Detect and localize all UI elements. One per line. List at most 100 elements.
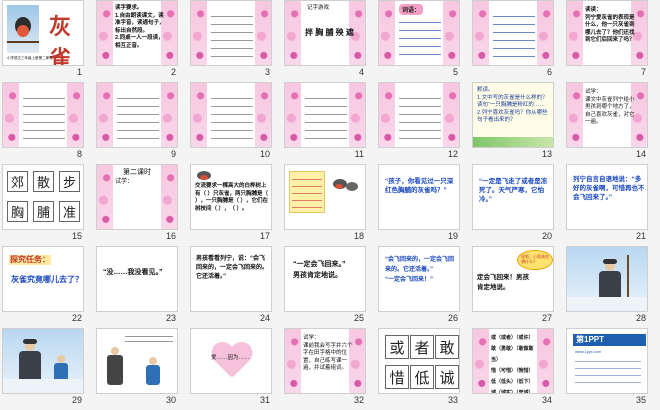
- slide-13[interactable]: 默读。 1.文中写的灰雀是什么样的？读句“一只胸脯是粉红的…… 2.列宁喜欢灰雀…: [472, 82, 554, 162]
- slide-thumbnail[interactable]: [284, 82, 366, 148]
- bird-icon: [333, 179, 359, 193]
- bird-icon: [197, 171, 211, 181]
- slide-text: 灰雀究竟哪儿去了？: [11, 275, 83, 284]
- slide-23[interactable]: “没……我没看见。” 23: [96, 246, 178, 326]
- slide-thumbnail[interactable]: 第二课时 试学：: [96, 164, 178, 230]
- speech-bubble: 说吧，小男孩在想什么？: [517, 250, 553, 270]
- slide-thumbnail[interactable]: 男孩看看列宁，说：“会飞回来的，一定会飞回来的。它还活着。”: [190, 246, 272, 312]
- brand-banner: 第1PPT: [573, 334, 646, 346]
- slide-number: 24: [259, 313, 270, 323]
- slide-number: 5: [452, 67, 458, 77]
- slide-number: 3: [264, 67, 270, 77]
- slide-number: 19: [447, 231, 458, 241]
- slide-thumbnail[interactable]: “会飞回来的，一定会飞回来的。它还活着。” “一定会飞回来！”: [378, 246, 460, 312]
- slide-number: 23: [165, 313, 176, 323]
- slide-thumbnail[interactable]: 读读： 列宁爱灰雀的表现是什么，他一只灰雀到哪儿去了？他们还找到它们后回来了吗？: [566, 0, 648, 66]
- slide-thumbnail[interactable]: 记字游戏 拌 胸 脯 殃 遮: [284, 0, 366, 66]
- slide-thumbnail[interactable]: 交流要求一棵高大的白桦树上有（ ）只灰雀，两只胸脯是（ ），一只胸脯是（ ），它…: [190, 164, 272, 230]
- slide-5[interactable]: 词语： 5: [378, 0, 460, 80]
- slide-number: 13: [541, 149, 552, 159]
- slide-thumbnail[interactable]: 灰雀 小学语文三年级上册第二单元: [2, 0, 84, 66]
- slide-7[interactable]: 读读： 列宁爱灰雀的表现是什么，他一只灰雀到哪儿去了？他们还找到它们后回来了吗？…: [566, 0, 648, 80]
- slide-31[interactable]: 爱……因为…… 31: [190, 328, 272, 408]
- slide-number: 16: [165, 231, 176, 241]
- slide-thumbnail[interactable]: “孩子，你看见过一只深红色胸脯的灰雀吗？”: [378, 164, 460, 230]
- slide-number: 29: [71, 395, 82, 405]
- slide-thumbnail[interactable]: [96, 328, 178, 394]
- slide-22[interactable]: 探究任务： 灰雀究竟哪儿去了？ 22: [2, 246, 84, 326]
- slide-thumbnail[interactable]: [566, 246, 648, 312]
- slide-30[interactable]: 30: [96, 328, 178, 408]
- slide-4[interactable]: 记字游戏 拌 胸 脯 殃 遮 4: [284, 0, 366, 80]
- slide-9[interactable]: 9: [96, 82, 178, 162]
- slide-number: 27: [541, 313, 552, 323]
- slide-11[interactable]: 11: [284, 82, 366, 162]
- char-box: 低: [410, 365, 434, 389]
- slide-thumbnail[interactable]: 爱……因为……: [190, 328, 272, 394]
- slide-12[interactable]: 12: [378, 82, 460, 162]
- slide-thumbnail[interactable]: 第1PPT www.1ppt.com: [566, 328, 648, 394]
- slide-15[interactable]: 郊 散 步 胸 脯 准 15: [2, 164, 84, 244]
- slide-number: 30: [165, 395, 176, 405]
- slide-thumbnail[interactable]: 或 者 敢 惜 低 诚: [378, 328, 460, 394]
- slide-thumbnail[interactable]: 试学： 课前我会写字并六个字在田字格中的位置，自己练写课一遍，并试着组词。: [284, 328, 366, 394]
- slide-text: 默读。 1.文中写的灰雀是什么样的？读句“一只胸脯是粉红的…… 2.列宁喜欢灰雀…: [477, 87, 548, 123]
- slide-35[interactable]: 第1PPT www.1ppt.com 35: [566, 328, 648, 408]
- slide-17[interactable]: 交流要求一棵高大的白桦树上有（ ）只灰雀，两只胸脯是（ ），一只胸脯是（ ），它…: [190, 164, 272, 244]
- slide-thumbnail[interactable]: [2, 328, 84, 394]
- slide-thumbnail[interactable]: [284, 164, 366, 230]
- slide-1[interactable]: 灰雀 小学语文三年级上册第二单元 1: [2, 0, 84, 80]
- slide-34[interactable]: 或（或者）（或许） 敢（勇敢）（敢做敢当） 惜（可惜）（惋惜） 低（低头）（低下…: [472, 328, 554, 408]
- slide-thumbnail[interactable]: 列宁自言自语地说：“多好的灰雀啊，可惜再也不会飞回来了。”: [566, 164, 648, 230]
- slide-20[interactable]: “一定是飞走了或者是冻死了。天气严寒，它怕冷。” 20: [472, 164, 554, 244]
- slide-6[interactable]: 6: [472, 0, 554, 80]
- slide-thumbnail[interactable]: 郊 散 步 胸 脯 准: [2, 164, 84, 230]
- slide-14[interactable]: 试学： 课文中灰雀列宁给小男孩到哪个地方了，自己喜欢灰雀，对它一遍。 14: [566, 82, 648, 162]
- slide-25[interactable]: “一定会飞回来。” 男孩肯定地说。 25: [284, 246, 366, 326]
- slide-text: 读读： 列宁爱灰雀的表现是什么，他一只灰雀到哪儿去了？他们还找到它们后回来了吗？: [585, 7, 635, 43]
- slide-2[interactable]: 读字要求。 1.自由朗读课文，读准字音，读通句子，标出自然段。 2.同桌一人一段…: [96, 0, 178, 80]
- slide-number: 14: [635, 149, 646, 159]
- slide-thumbnail[interactable]: [378, 82, 460, 148]
- slide-10[interactable]: 10: [190, 82, 272, 162]
- slide-32[interactable]: 试学： 课前我会写字并六个字在田字格中的位置，自己练写课一遍，并试着组词。 32: [284, 328, 366, 408]
- grass-decoration: [473, 137, 553, 147]
- char-box: 郊: [7, 171, 28, 192]
- slide-thumbnail[interactable]: 说吧，小男孩在想什么？ 定会飞回来！男孩肯定地说。: [472, 246, 554, 312]
- slide-text: “一定会飞回来。” 男孩肯定地说。: [293, 261, 346, 279]
- slide-33[interactable]: 或 者 敢 惜 低 诚 33: [378, 328, 460, 408]
- slide-8[interactable]: 8: [2, 82, 84, 162]
- person-illustration: [17, 339, 43, 383]
- slide-18[interactable]: 18: [284, 164, 366, 244]
- boy-illustration: [145, 357, 161, 385]
- slide-thumbnail[interactable]: 试学： 课文中灰雀列宁给小男孩到哪个地方了，自己喜欢灰雀，对它一遍。: [566, 82, 648, 148]
- slide-thumbnail[interactable]: “一定会飞回来。” 男孩肯定地说。: [284, 246, 366, 312]
- slide-29[interactable]: 29: [2, 328, 84, 408]
- slide-thumbnail[interactable]: [190, 82, 272, 148]
- slide-thumbnail[interactable]: 默读。 1.文中写的灰雀是什么样的？读句“一只胸脯是粉红的…… 2.列宁喜欢灰雀…: [472, 82, 554, 148]
- slide-thumbnail[interactable]: 或（或者）（或许） 敢（勇敢）（敢做敢当） 惜（可惜）（惋惜） 低（低头）（低下…: [472, 328, 554, 394]
- slide-heading: 记字游戏: [307, 5, 330, 11]
- slide-thumbnail[interactable]: [190, 0, 272, 66]
- slide-27[interactable]: 说吧，小男孩在想什么？ 定会飞回来！男孩肯定地说。 27: [472, 246, 554, 326]
- slide-number: 25: [353, 313, 364, 323]
- slide-28[interactable]: 28: [566, 246, 648, 326]
- slide-thumbnail[interactable]: 探究任务： 灰雀究竟哪儿去了？: [2, 246, 84, 312]
- char-box: 散: [33, 171, 54, 192]
- slide-3[interactable]: 3: [190, 0, 272, 80]
- slide-19[interactable]: “孩子，你看见过一只深红色胸脯的灰雀吗？” 19: [378, 164, 460, 244]
- slide-16[interactable]: 第二课时 试学： 16: [96, 164, 178, 244]
- slide-thumbnail[interactable]: 读字要求。 1.自由朗读课文，读准字音，读通句子，标出自然段。 2.同桌一人一段…: [96, 0, 178, 66]
- slide-thumbnail[interactable]: [96, 82, 178, 148]
- slide-thumbnail[interactable]: 词语：: [378, 0, 460, 66]
- slide-thumbnail[interactable]: [472, 0, 554, 66]
- slide-text: “一定是飞走了或者是冻死了。天气严寒，它怕冷。”: [479, 178, 548, 203]
- slide-26[interactable]: “会飞回来的，一定会飞回来的。它还活着。” “一定会飞回来！” 26: [378, 246, 460, 326]
- slide-thumbnail[interactable]: “没……我没看见。”: [96, 246, 178, 312]
- slide-24[interactable]: 男孩看看列宁，说：“会飞回来的，一定会飞回来的。它还活着。” 24: [190, 246, 272, 326]
- slide-thumbnail[interactable]: “一定是飞走了或者是冻死了。天气严寒，它怕冷。”: [472, 164, 554, 230]
- slide-text: 列宁自言自语地说：“多好的灰雀啊，可惜再也不会飞回来了。”: [573, 176, 645, 201]
- char-box: 者: [410, 335, 434, 359]
- slide-21[interactable]: 列宁自言自语地说：“多好的灰雀啊，可惜再也不会飞回来了。” 21: [566, 164, 648, 244]
- slide-thumbnail[interactable]: [2, 82, 84, 148]
